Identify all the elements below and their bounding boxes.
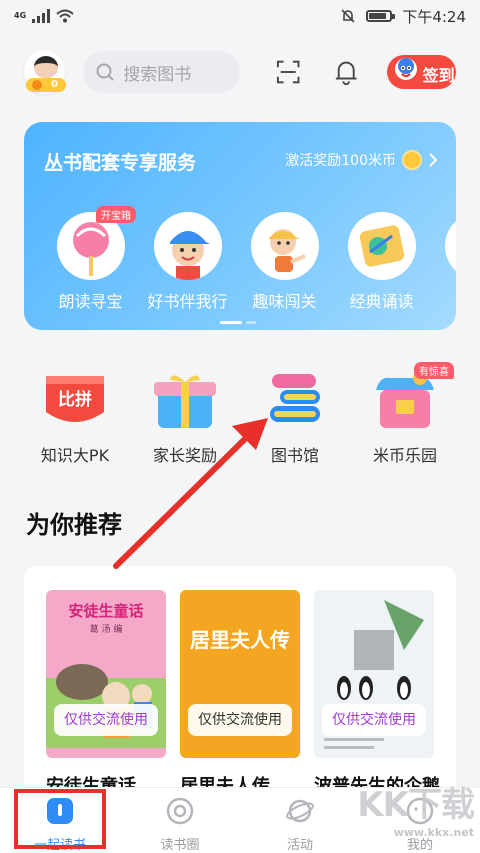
search-bar[interactable]: 搜索图书 [83, 51, 240, 93]
mascot-icon [394, 58, 417, 80]
reward-text: 激活奖励100米币 [285, 153, 396, 169]
service-banner: 丛书配套专享服务 激活奖励100米币 朗读寻宝 好书伴我行 趣味闯关 经典诵读 … [24, 122, 456, 330]
watermark-label: 仅供交流使用 [54, 704, 158, 736]
watermark-label: 仅供交流使用 [322, 704, 426, 736]
signal-icon [32, 9, 51, 23]
service-read-treasure[interactable]: 朗读寻宝 [42, 212, 139, 312]
tab-highlight-box [14, 789, 106, 849]
pk-shield-icon: 比拼 [40, 370, 110, 430]
tab-label: 读书圈 [160, 838, 200, 853]
service-classic-reading[interactable]: 经典诵读 [333, 212, 430, 312]
shop-icon [370, 370, 440, 430]
service-label: 导读 [430, 288, 456, 312]
boy-cap-icon [153, 212, 222, 280]
watermark-label: 仅供交流使用 [188, 704, 292, 736]
activate-reward-link[interactable]: 激活奖励100米币 [285, 150, 438, 170]
service-guide-reading[interactable]: 导读 [430, 212, 456, 312]
signin-button[interactable]: 签到 [386, 55, 456, 89]
entry-coin-park[interactable]: 米币乐园 有惊喜 [350, 362, 460, 466]
banner-title: 丛书配套专享服务 [44, 152, 197, 174]
tab-reading-circle[interactable]: 读书圈 [120, 788, 240, 853]
mute-bell-icon [341, 9, 355, 23]
surprise-badge: 有惊喜 [414, 362, 454, 379]
header: 0 搜索图书 签到 [0, 42, 480, 102]
book-cover[interactable]: 仅供交流使用 [314, 590, 434, 758]
entry-label: 图书馆 [270, 446, 319, 465]
treasure-badge: 开宝箱 [96, 206, 136, 223]
service-label: 趣味闯关 [252, 292, 317, 311]
recommend-list: 安徒生童话 葛 汤 编 仅供交流使用 居里夫人传 仅供交流使用 仅供交流使用 安… [24, 566, 456, 797]
recommend-title: 为你推荐 [26, 511, 122, 539]
chevron-right-icon [429, 153, 438, 167]
tab-activity[interactable]: 活动 [240, 788, 360, 853]
library-books-icon [260, 370, 330, 430]
service-label: 经典诵读 [349, 292, 414, 311]
entry-knowledge-pk[interactable]: 比拼 知识大PK [20, 370, 130, 466]
service-good-books[interactable]: 好书伴我行 [139, 212, 236, 312]
pk-shield-text: 比拼 [58, 389, 92, 410]
site-mark-url: www.kkx.net [393, 826, 474, 839]
battery-icon [366, 10, 396, 22]
book-cover-author: 葛 汤 编 [89, 625, 123, 635]
book-cover[interactable]: 安徒生童话 葛 汤 编 仅供交流使用 [46, 590, 166, 758]
bell-icon[interactable] [334, 58, 358, 86]
gift-box-icon [150, 370, 220, 430]
network-type: 4G [14, 11, 27, 20]
service-fun-levels[interactable]: 趣味闯关 [236, 212, 333, 312]
book-cover[interactable]: 居里夫人传 仅供交流使用 [180, 590, 300, 758]
runner-icon [250, 212, 319, 280]
tv-icon [444, 212, 456, 280]
book-cover-title: 安徒生童话 [68, 602, 144, 620]
service-list: 朗读寻宝 好书伴我行 趣味闯关 经典诵读 导读 [42, 212, 456, 312]
status-bar: 4G 下午4:24 [0, 0, 480, 32]
book-cover-title: 居里夫人传 [190, 628, 290, 652]
avatar-face-icon [34, 56, 58, 78]
wifi-icon [56, 9, 74, 23]
service-label: 朗读寻宝 [58, 292, 123, 311]
entry-label: 家长奖励 [152, 446, 217, 465]
search-placeholder: 搜索图书 [123, 64, 192, 85]
planet-tab-icon [286, 799, 314, 823]
avatar[interactable]: 0 [24, 50, 66, 94]
quick-entries: 比拼 知识大PK 家长奖励 图书馆 米币乐园 有惊喜 [20, 362, 460, 466]
service-label: 好书伴我行 [147, 292, 228, 311]
site-watermark: KK下载 www.kkx.net [357, 777, 475, 839]
avatar-coin-count: 0 [26, 78, 66, 92]
entry-library[interactable]: 图书馆 [240, 370, 350, 466]
entry-parent-reward[interactable]: 家长奖励 [130, 370, 240, 466]
book-card-icon [347, 212, 416, 280]
search-icon [96, 63, 114, 81]
circle-tab-icon [166, 797, 194, 825]
entry-label: 知识大PK [40, 446, 110, 465]
status-time: 下午4:24 [402, 7, 466, 26]
banner-pager [220, 321, 256, 324]
coin-icon [402, 150, 422, 170]
site-mark-text: KK下载 [357, 785, 475, 825]
signin-label: 签到 [422, 66, 455, 85]
tab-label: 活动 [286, 838, 313, 853]
entry-label: 米币乐园 [372, 446, 437, 465]
scan-icon[interactable] [276, 59, 300, 85]
